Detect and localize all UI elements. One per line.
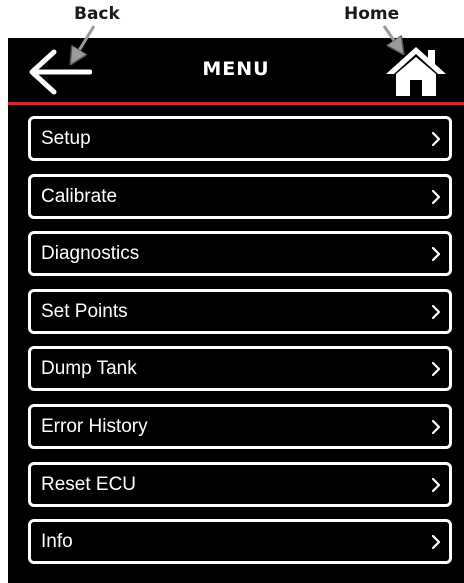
chevron-right-icon: [431, 189, 441, 204]
home-callout-label: Home: [344, 4, 400, 24]
menu-item-error-history[interactable]: Error History: [28, 403, 452, 449]
chevron-right-icon: [431, 419, 441, 435]
chevron-right-icon: [431, 362, 441, 377]
menu-item-info[interactable]: Info: [28, 519, 452, 565]
menu-item-reset-ecu[interactable]: Reset ECU: [28, 461, 452, 507]
menu-item-set-points[interactable]: Set Points: [28, 288, 452, 334]
menu-item-setup[interactable]: Setup: [28, 116, 452, 161]
chevron-right-icon: [431, 304, 441, 319]
menu-item-label: Setup: [41, 128, 91, 149]
chevron-right-icon: [431, 477, 441, 492]
menu-item-label: Reset ECU: [41, 473, 137, 495]
home-button[interactable]: [384, 44, 448, 98]
chevron-right-icon: [431, 131, 441, 147]
chevron-right-icon: [431, 247, 441, 262]
header-divider: [8, 102, 464, 105]
menu-item-label: Error History: [41, 415, 148, 437]
chevron-right-icon: [431, 535, 441, 550]
page-title: MENU: [202, 58, 270, 80]
menu-item-label: Info: [41, 531, 73, 553]
menu-item-label: Diagnostics: [41, 243, 140, 265]
house-icon: [386, 47, 446, 96]
menu-item-label: Set Points: [41, 300, 128, 322]
menu-item-label: Dump Tank: [41, 358, 137, 380]
device-screen: MENU Setup Calibrate Diagnostics Set Poi…: [8, 38, 464, 583]
back-callout-label: Back: [74, 4, 120, 24]
page: Back Home MENU Setup Calibrate Diagnosti…: [0, 0, 464, 583]
menu-item-dump-tank[interactable]: Dump Tank: [28, 346, 452, 392]
menu-item-diagnostics[interactable]: Diagnostics: [28, 231, 452, 277]
menu-item-label: Calibrate: [41, 185, 118, 207]
arrow-left-icon: [29, 49, 93, 95]
header-bar: MENU: [8, 38, 464, 102]
menu-list: Setup Calibrate Diagnostics Set Points D…: [28, 116, 452, 577]
menu-item-calibrate[interactable]: Calibrate: [28, 173, 452, 219]
back-button[interactable]: [26, 48, 93, 96]
